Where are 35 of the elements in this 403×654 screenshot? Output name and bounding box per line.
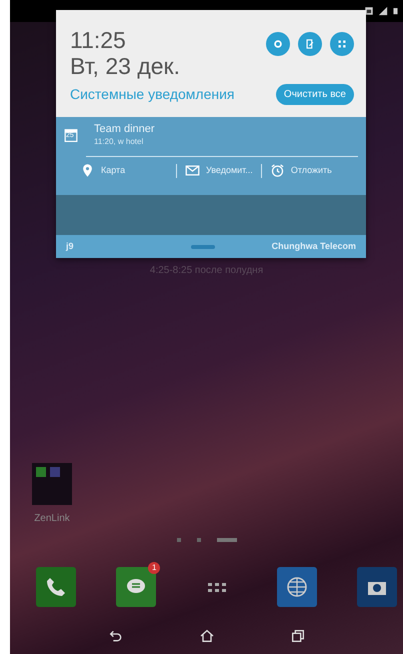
page-indicator[interactable] (176, 538, 180, 542)
notification-badge: 1 (148, 562, 160, 574)
map-action-button[interactable]: Карта (80, 163, 168, 178)
alarm-action-button[interactable]: Отложить (270, 163, 332, 178)
clock-time: 11:25 (70, 28, 127, 54)
notification-subtitle: 11:20, w hotel (94, 136, 144, 148)
notification-title: Team dinner (94, 123, 155, 136)
settings-button[interactable] (266, 32, 290, 56)
envelope-icon (185, 163, 200, 178)
globe-icon (284, 575, 309, 599)
phone-icon (44, 575, 68, 599)
recent-apps-icon (290, 628, 306, 644)
grid-button[interactable] (330, 32, 354, 56)
calendar-icon (64, 127, 78, 143)
alarm-clock-icon (270, 163, 285, 178)
folder-label: ZenLink (33, 512, 71, 526)
map-pin-icon (80, 163, 95, 178)
edit-button[interactable] (298, 32, 322, 56)
browser-app-button[interactable] (276, 567, 317, 607)
footer-text: j9 (66, 240, 74, 253)
battery-icon (392, 5, 399, 17)
clear-all-button[interactable]: Очистить все (276, 84, 354, 105)
page-indicator[interactable] (196, 538, 200, 542)
carrier-name: Chunghwa Telecom (272, 240, 356, 253)
back-icon (108, 628, 124, 644)
home-icon (198, 628, 214, 644)
phone-app-button[interactable] (36, 567, 76, 607)
mail-action-button[interactable]: Уведомит... (185, 163, 253, 178)
camera-app-button[interactable] (357, 567, 397, 607)
drag-handle[interactable] (190, 244, 215, 248)
signal-icon (378, 6, 388, 16)
folder-icon[interactable] (32, 463, 72, 505)
section-title: Системные уведомления (70, 84, 234, 104)
date-text: Вт, 23 дек. (70, 53, 180, 80)
page-indicator[interactable] (216, 538, 236, 542)
